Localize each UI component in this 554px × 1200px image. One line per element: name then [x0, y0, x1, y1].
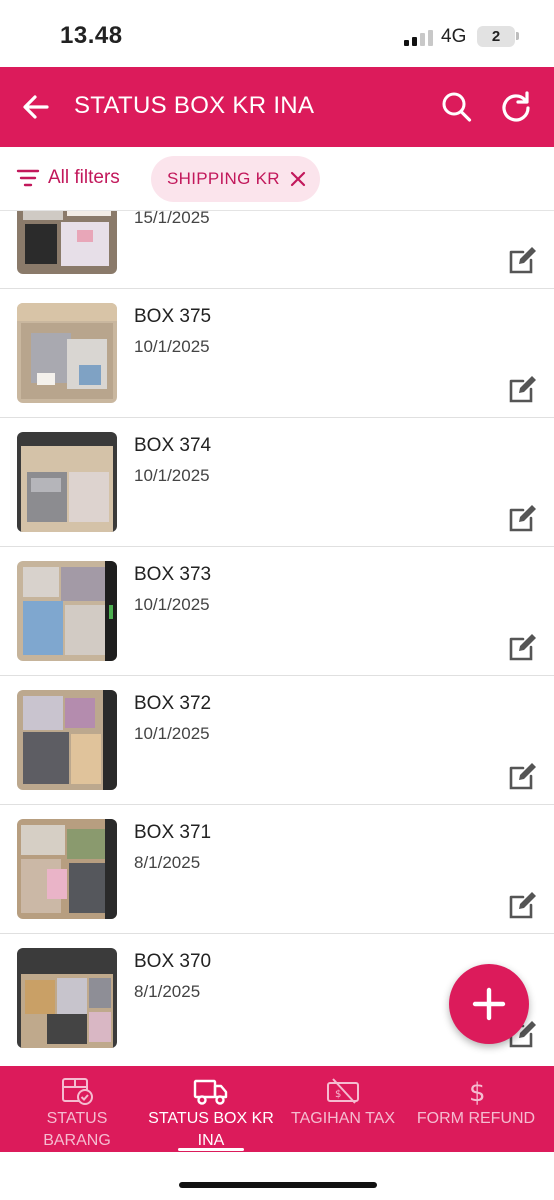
- search-icon[interactable]: [440, 89, 474, 125]
- home-area: [0, 1152, 554, 1200]
- edit-icon[interactable]: [508, 761, 538, 791]
- box-title: BOX 372: [134, 693, 212, 714]
- box-thumbnail: [17, 819, 117, 919]
- box-thumbnail: [17, 211, 117, 274]
- box-date: 15/1/2025: [134, 211, 210, 227]
- box-thumbnail: [17, 432, 117, 532]
- box-list: 15/1/2025 BOX 375 10/1/2025 BOX 374 10/1…: [0, 211, 554, 1066]
- battery-level: 2: [491, 28, 501, 45]
- box-thumbnail: [17, 303, 117, 403]
- arrow-left-icon[interactable]: [18, 89, 54, 125]
- battery-icon: 2: [477, 26, 515, 47]
- svg-text:$: $: [469, 1078, 486, 1106]
- home-indicator[interactable]: [179, 1182, 377, 1188]
- edit-icon[interactable]: [508, 245, 538, 275]
- edit-icon[interactable]: [508, 632, 538, 662]
- nav-status-barang[interactable]: STATUS BARANG: [22, 1066, 132, 1152]
- list-item[interactable]: BOX 375 10/1/2025: [0, 289, 554, 418]
- box-thumbnail: [17, 948, 117, 1048]
- list-item[interactable]: BOX 374 10/1/2025: [0, 418, 554, 547]
- edit-icon[interactable]: [508, 374, 538, 404]
- svg-text:$: $: [335, 1089, 341, 1100]
- box-date: 10/1/2025: [134, 466, 210, 485]
- filter-chip-shipping-kr[interactable]: SHIPPING KR: [151, 156, 320, 202]
- box-title: BOX 371: [134, 822, 212, 843]
- box-title: BOX 374: [134, 435, 212, 456]
- edit-icon[interactable]: [508, 890, 538, 920]
- signal-icon: [404, 30, 433, 46]
- network-type: 4G: [441, 26, 467, 47]
- box-thumbnail: [17, 561, 117, 661]
- box-date: 8/1/2025: [134, 982, 201, 1001]
- plus-icon: [472, 987, 506, 1021]
- filter-icon: [16, 169, 40, 187]
- box-date: 10/1/2025: [134, 724, 210, 743]
- box-date: 10/1/2025: [134, 337, 210, 356]
- nav-form-refund[interactable]: $ FORM REFUND: [412, 1066, 540, 1152]
- dollar-icon: $: [469, 1078, 486, 1106]
- tax-ticket-icon: $: [327, 1078, 359, 1104]
- list-item[interactable]: BOX 373 10/1/2025: [0, 547, 554, 676]
- active-tab-indicator: [178, 1148, 244, 1151]
- nav-label: FORM REFUND: [416, 1110, 536, 1127]
- status-time: 13.48: [60, 22, 123, 49]
- list-item[interactable]: BOX 371 8/1/2025: [0, 805, 554, 934]
- all-filters-button[interactable]: All filters: [16, 167, 120, 189]
- box-date: 8/1/2025: [134, 853, 201, 872]
- add-button[interactable]: [449, 964, 529, 1044]
- nav-status-box-kr-ina[interactable]: STATUS BOX KR INA: [141, 1066, 281, 1152]
- battery-cap: [516, 32, 519, 40]
- refresh-icon[interactable]: [498, 89, 534, 125]
- box-title: BOX 375: [134, 306, 212, 327]
- nav-tagihan-tax[interactable]: $ TAGIHAN TAX: [286, 1066, 400, 1152]
- all-filters-label: All filters: [48, 167, 120, 188]
- edit-icon[interactable]: [508, 503, 538, 533]
- close-icon[interactable]: [290, 171, 306, 187]
- box-check-icon: [62, 1078, 93, 1105]
- truck-icon: [193, 1079, 228, 1105]
- bottom-nav: STATUS BARANG STATUS BOX KR INA $ TAGIHA…: [0, 1066, 554, 1152]
- box-thumbnail: [17, 690, 117, 790]
- nav-label: STATUS BOX KR INA: [148, 1110, 274, 1149]
- page-title: STATUS BOX KR INA: [74, 92, 315, 119]
- nav-label: TAGIHAN TAX: [290, 1110, 395, 1127]
- nav-label: STATUS BARANG: [43, 1110, 111, 1149]
- box-title: BOX 370: [134, 951, 212, 972]
- app-bar: STATUS BOX KR INA: [0, 67, 554, 147]
- device-status-bar: 13.48 4G 2: [0, 0, 554, 67]
- filter-bar: All filters SHIPPING KR: [0, 147, 554, 211]
- filter-chip-label: SHIPPING KR: [167, 169, 280, 188]
- box-title: BOX 373: [134, 564, 212, 585]
- box-date: 10/1/2025: [134, 595, 210, 614]
- list-item[interactable]: BOX 372 10/1/2025: [0, 676, 554, 805]
- list-item[interactable]: 15/1/2025: [0, 211, 554, 289]
